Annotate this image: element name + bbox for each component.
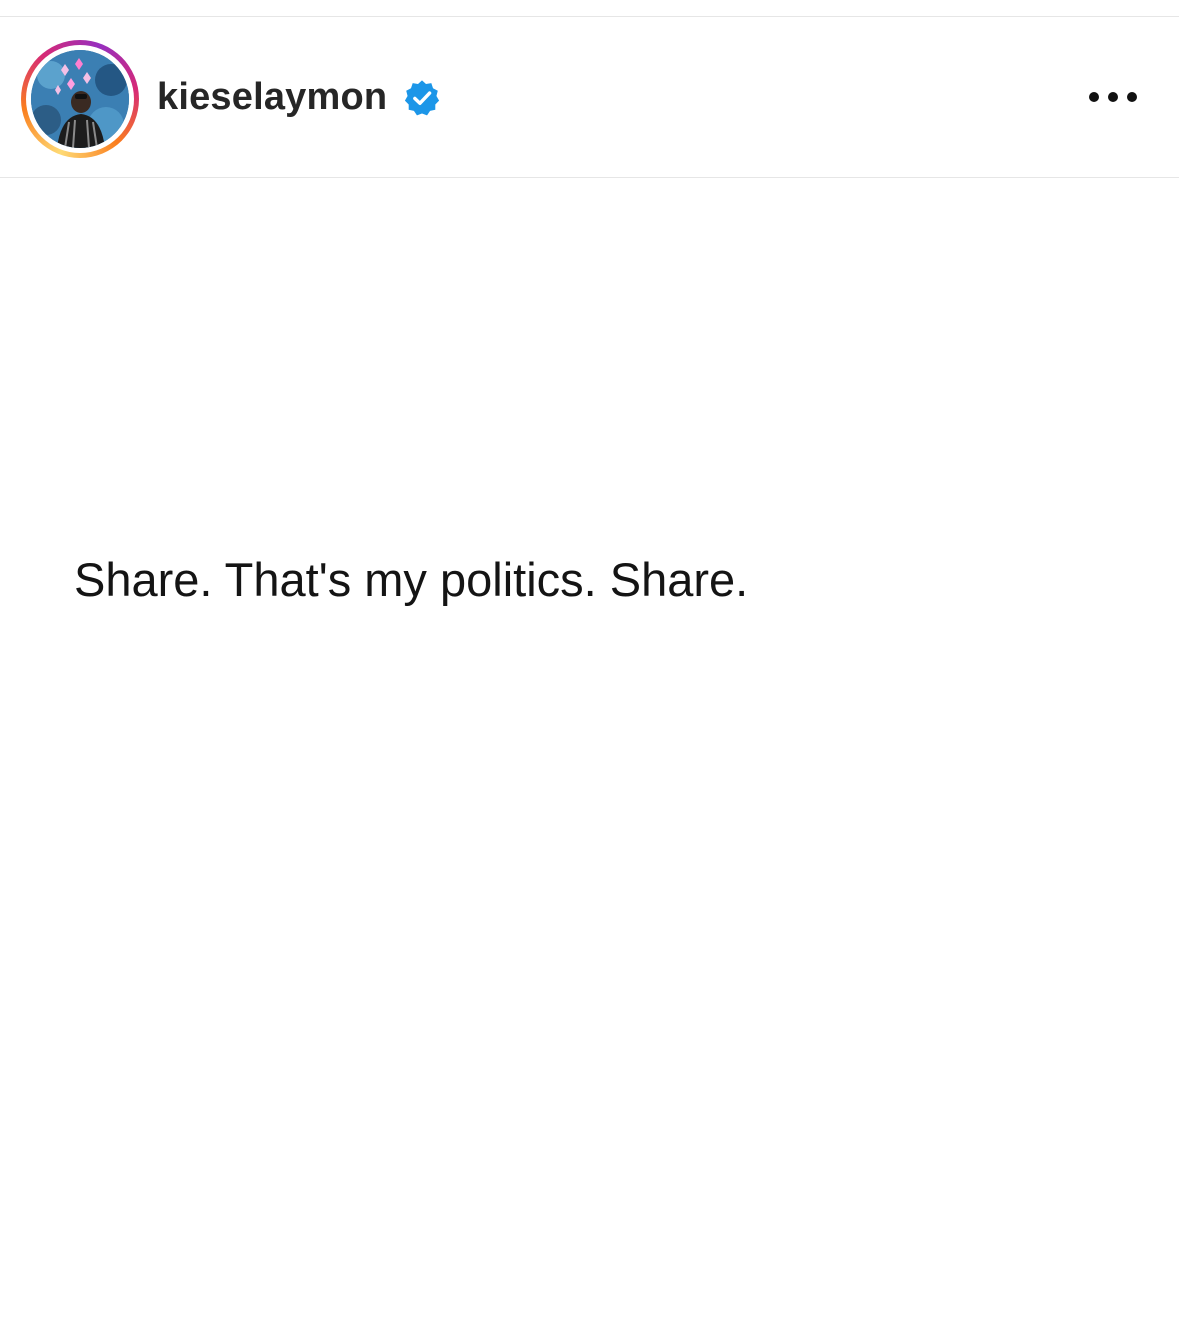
post-header: kieselaymon xyxy=(0,17,1179,177)
story-ring[interactable] xyxy=(21,40,139,158)
username[interactable]: kieselaymon xyxy=(157,73,387,121)
post-text: Share. That's my politics. Share. xyxy=(74,553,749,606)
avatar[interactable] xyxy=(31,50,129,148)
more-horizontal-icon-dot-3 xyxy=(1127,92,1137,102)
more-options-button[interactable] xyxy=(1083,79,1143,115)
avatar-image xyxy=(31,50,129,148)
more-horizontal-icon-dot-1 xyxy=(1089,92,1099,102)
verified-badge-icon xyxy=(404,80,440,116)
avatar-ring-gap xyxy=(26,45,134,153)
post-image[interactable]: Share. That's my politics. Share. xyxy=(0,178,1179,1327)
more-horizontal-icon-dot-2 xyxy=(1108,92,1118,102)
